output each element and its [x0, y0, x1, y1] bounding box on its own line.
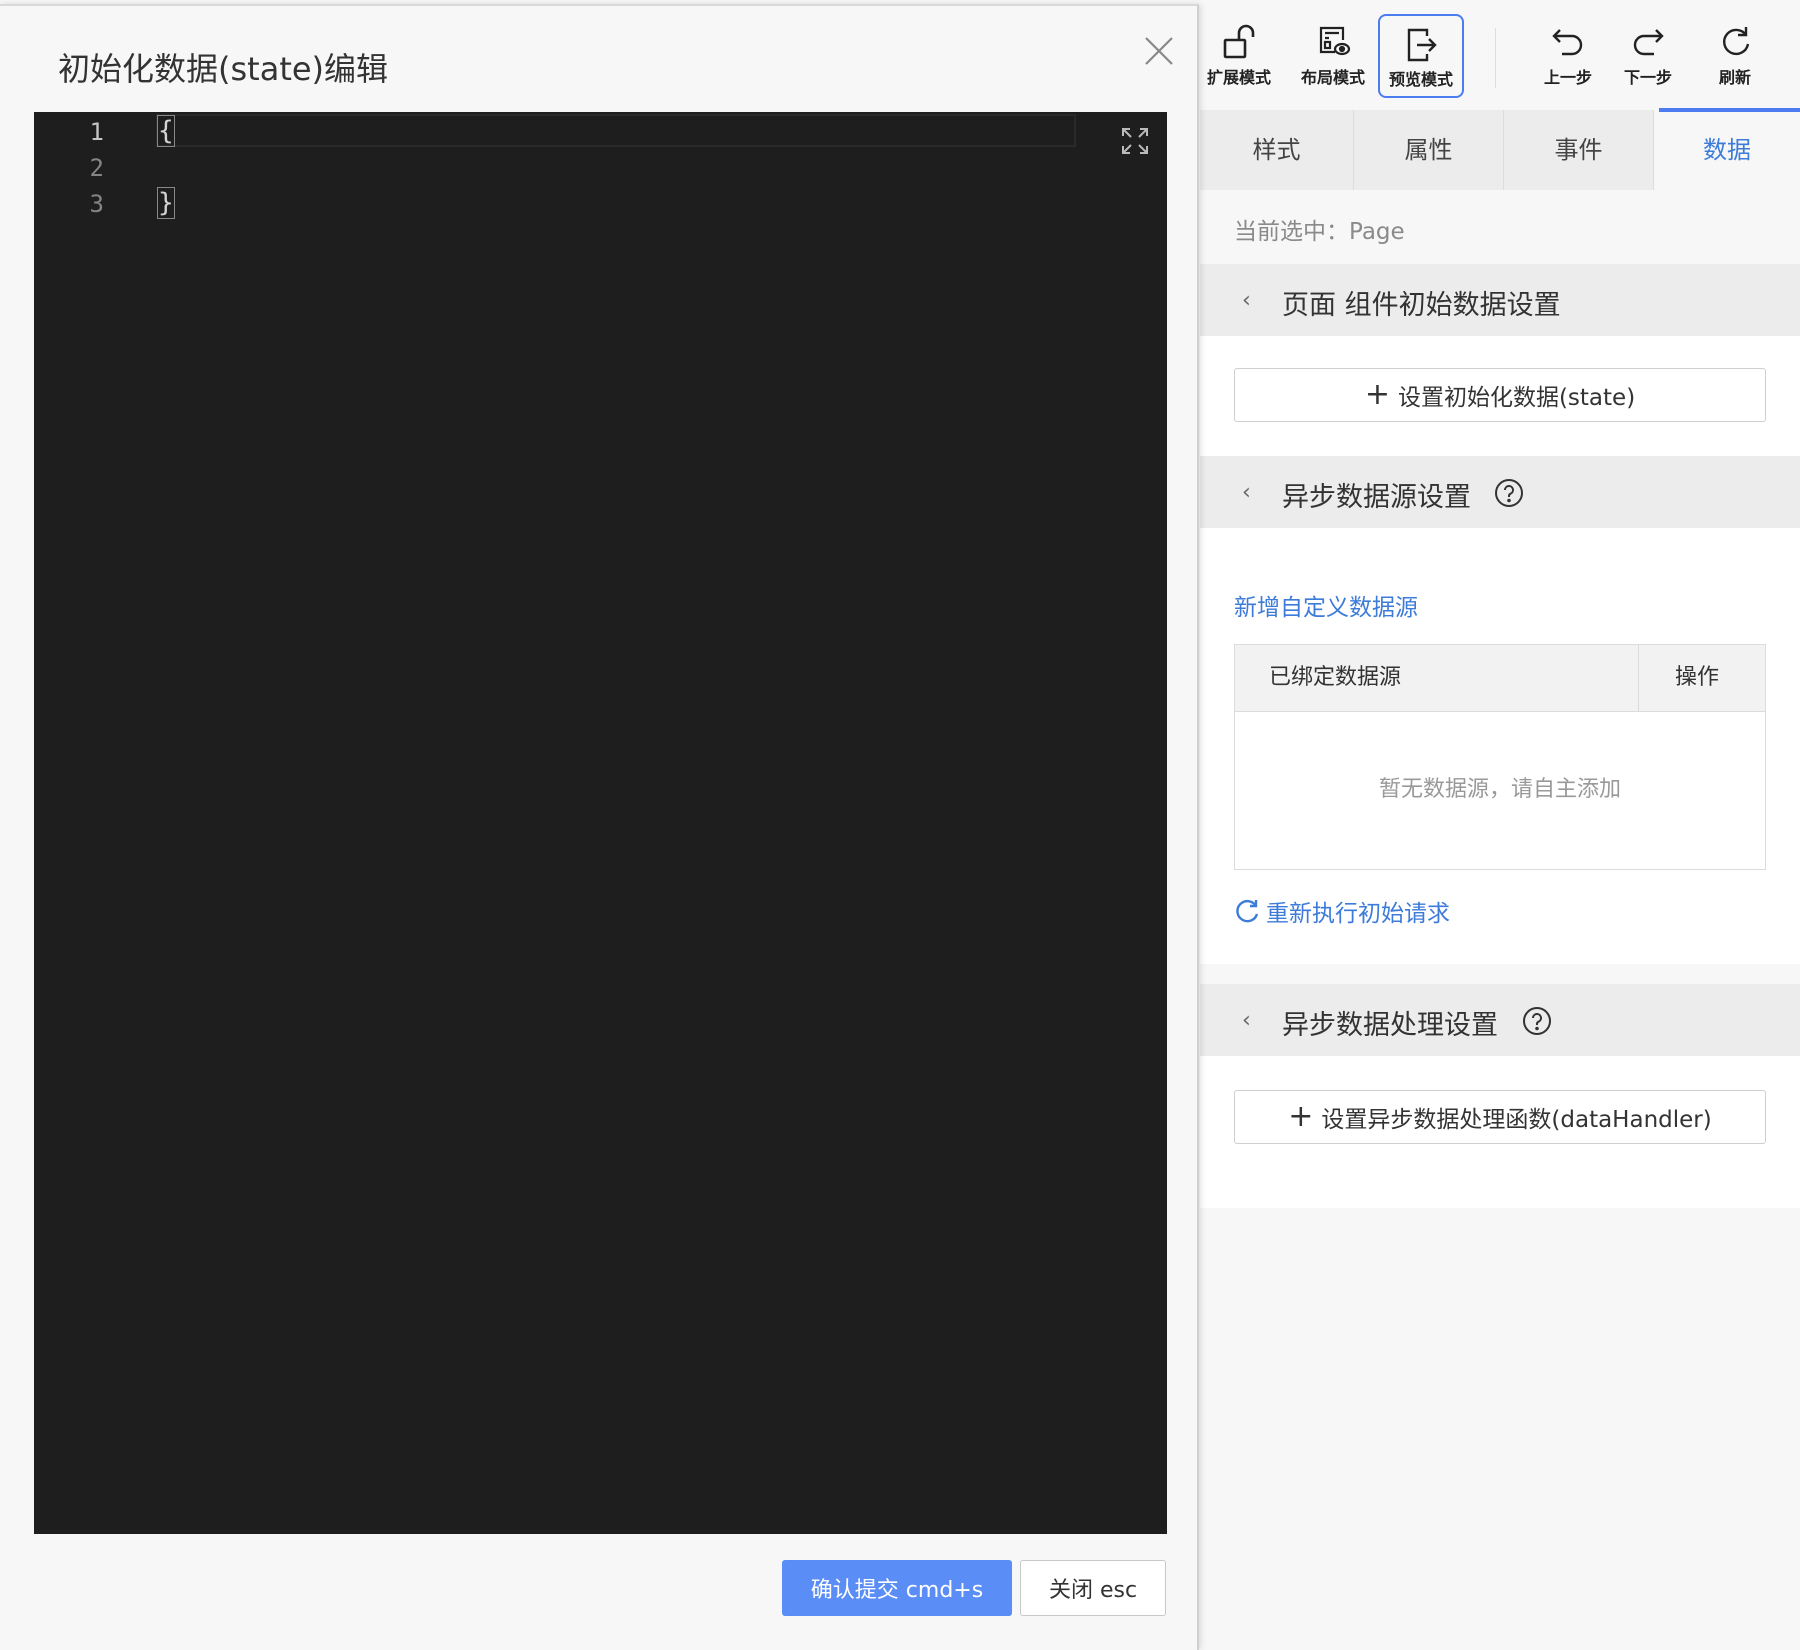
- section-title: 异步数据处理设置: [1282, 1010, 1498, 1041]
- column-divider: [1638, 645, 1639, 711]
- tool-label: 上一步: [1543, 68, 1592, 87]
- code-line-text: {: [157, 115, 175, 147]
- current-line-highlight: [156, 114, 1076, 147]
- layout-view-icon: [1319, 26, 1351, 56]
- chevron-left-icon: ‹: [1242, 480, 1251, 505]
- selection-value: Page: [1349, 219, 1405, 245]
- button-label: 设置初始化数据(state): [1397, 385, 1636, 411]
- section-body-page-state: + 设置初始化数据(state): [1200, 336, 1800, 456]
- help-icon[interactable]: [1522, 1006, 1552, 1036]
- section-title: 页面 组件初始数据设置: [1282, 290, 1561, 321]
- line-number: 3: [89, 190, 104, 218]
- redo-button[interactable]: 下一步: [1605, 14, 1691, 98]
- modal-title: 初始化数据(state)编辑: [58, 50, 389, 88]
- tab-props[interactable]: 属性: [1354, 110, 1504, 190]
- set-data-handler-button[interactable]: + 设置异步数据处理函数(dataHandler): [1234, 1090, 1766, 1144]
- tool-label: 扩展模式: [1206, 68, 1271, 87]
- exit-preview-icon: [1407, 28, 1437, 62]
- tool-label: 下一步: [1623, 68, 1672, 87]
- section-title: 异步数据源设置: [1282, 482, 1471, 513]
- code-line[interactable]: }: [157, 187, 175, 219]
- link-label: 重新执行初始请求: [1266, 901, 1450, 927]
- refresh-button[interactable]: 刷新: [1692, 14, 1778, 98]
- line-number: 1: [89, 118, 104, 146]
- help-icon[interactable]: [1494, 478, 1524, 508]
- chevron-left-icon: ‹: [1242, 288, 1251, 313]
- selection-prefix: 当前选中：: [1234, 219, 1349, 245]
- settings-panel: 扩展模式 布局模式 预览模式 上一步 下一步 刷新 样式 属性 事件 数据 当前…: [1200, 0, 1800, 1650]
- refresh-icon: [1723, 27, 1750, 56]
- column-header-source: 已绑定数据源: [1269, 665, 1402, 690]
- set-initial-state-button[interactable]: + 设置初始化数据(state): [1234, 368, 1766, 422]
- datasource-table: 已绑定数据源 操作 暂无数据源，请自主添加: [1234, 644, 1766, 870]
- toolbar-divider: [1495, 28, 1496, 88]
- code-editor[interactable]: 1 2 3 { }: [34, 112, 1167, 1534]
- panel-tabs: 样式 属性 事件 数据: [1200, 110, 1800, 190]
- section-header-page-state[interactable]: ‹ 页面 组件初始数据设置: [1200, 264, 1800, 336]
- undo-button[interactable]: 上一步: [1525, 14, 1611, 98]
- layout-mode-button[interactable]: 布局模式: [1290, 14, 1376, 98]
- close-modal-button[interactable]: 关闭 esc: [1020, 1560, 1166, 1616]
- undo-icon: [1552, 29, 1583, 56]
- code-line[interactable]: {: [157, 115, 175, 147]
- tab-data[interactable]: 数据: [1654, 110, 1800, 190]
- line-number: 2: [89, 154, 104, 182]
- preview-mode-button[interactable]: 预览模式: [1378, 14, 1464, 98]
- section-header-async-handler[interactable]: ‹ 异步数据处理设置: [1200, 984, 1800, 1056]
- table-header: 已绑定数据源 操作: [1235, 645, 1765, 712]
- plus-icon: +: [1364, 377, 1390, 412]
- column-header-action: 操作: [1675, 665, 1720, 690]
- tab-style[interactable]: 样式: [1200, 110, 1354, 190]
- fullscreen-icon[interactable]: [1120, 126, 1150, 156]
- toolbar: 扩展模式 布局模式 预览模式 上一步 下一步 刷新: [1200, 0, 1800, 110]
- close-icon[interactable]: [1142, 34, 1176, 68]
- active-tab-indicator: [1659, 108, 1800, 112]
- empty-state-text: 暂无数据源，请自主添加: [1378, 777, 1621, 802]
- unlock-icon: [1223, 24, 1255, 59]
- rerun-initial-request-link[interactable]: 重新执行初始请求: [1234, 894, 1450, 928]
- tool-label: 刷新: [1718, 68, 1751, 87]
- add-custom-datasource-link[interactable]: 新增自定义数据源: [1234, 588, 1418, 622]
- button-label: 设置异步数据处理函数(dataHandler): [1321, 1107, 1712, 1133]
- tab-events[interactable]: 事件: [1504, 110, 1654, 190]
- code-line-text: }: [157, 187, 175, 219]
- tool-label: 预览模式: [1388, 70, 1453, 89]
- state-editor-modal: 初始化数据(state)编辑 1 2 3 { } 确认提交 cmd+s 关闭 e…: [0, 4, 1199, 1650]
- plus-icon: +: [1288, 1099, 1314, 1134]
- refresh-icon: [1236, 899, 1259, 923]
- chevron-left-icon: ‹: [1242, 1008, 1251, 1033]
- extend-mode-button[interactable]: 扩展模式: [1196, 14, 1282, 98]
- section-header-async-source[interactable]: ‹ 异步数据源设置: [1200, 456, 1800, 528]
- confirm-submit-button[interactable]: 确认提交 cmd+s: [782, 1560, 1012, 1616]
- section-body-async-handler: + 设置异步数据处理函数(dataHandler): [1200, 1056, 1800, 1208]
- tool-label: 布局模式: [1300, 68, 1365, 87]
- current-selection: 当前选中：Page: [1234, 212, 1405, 246]
- redo-icon: [1633, 29, 1664, 56]
